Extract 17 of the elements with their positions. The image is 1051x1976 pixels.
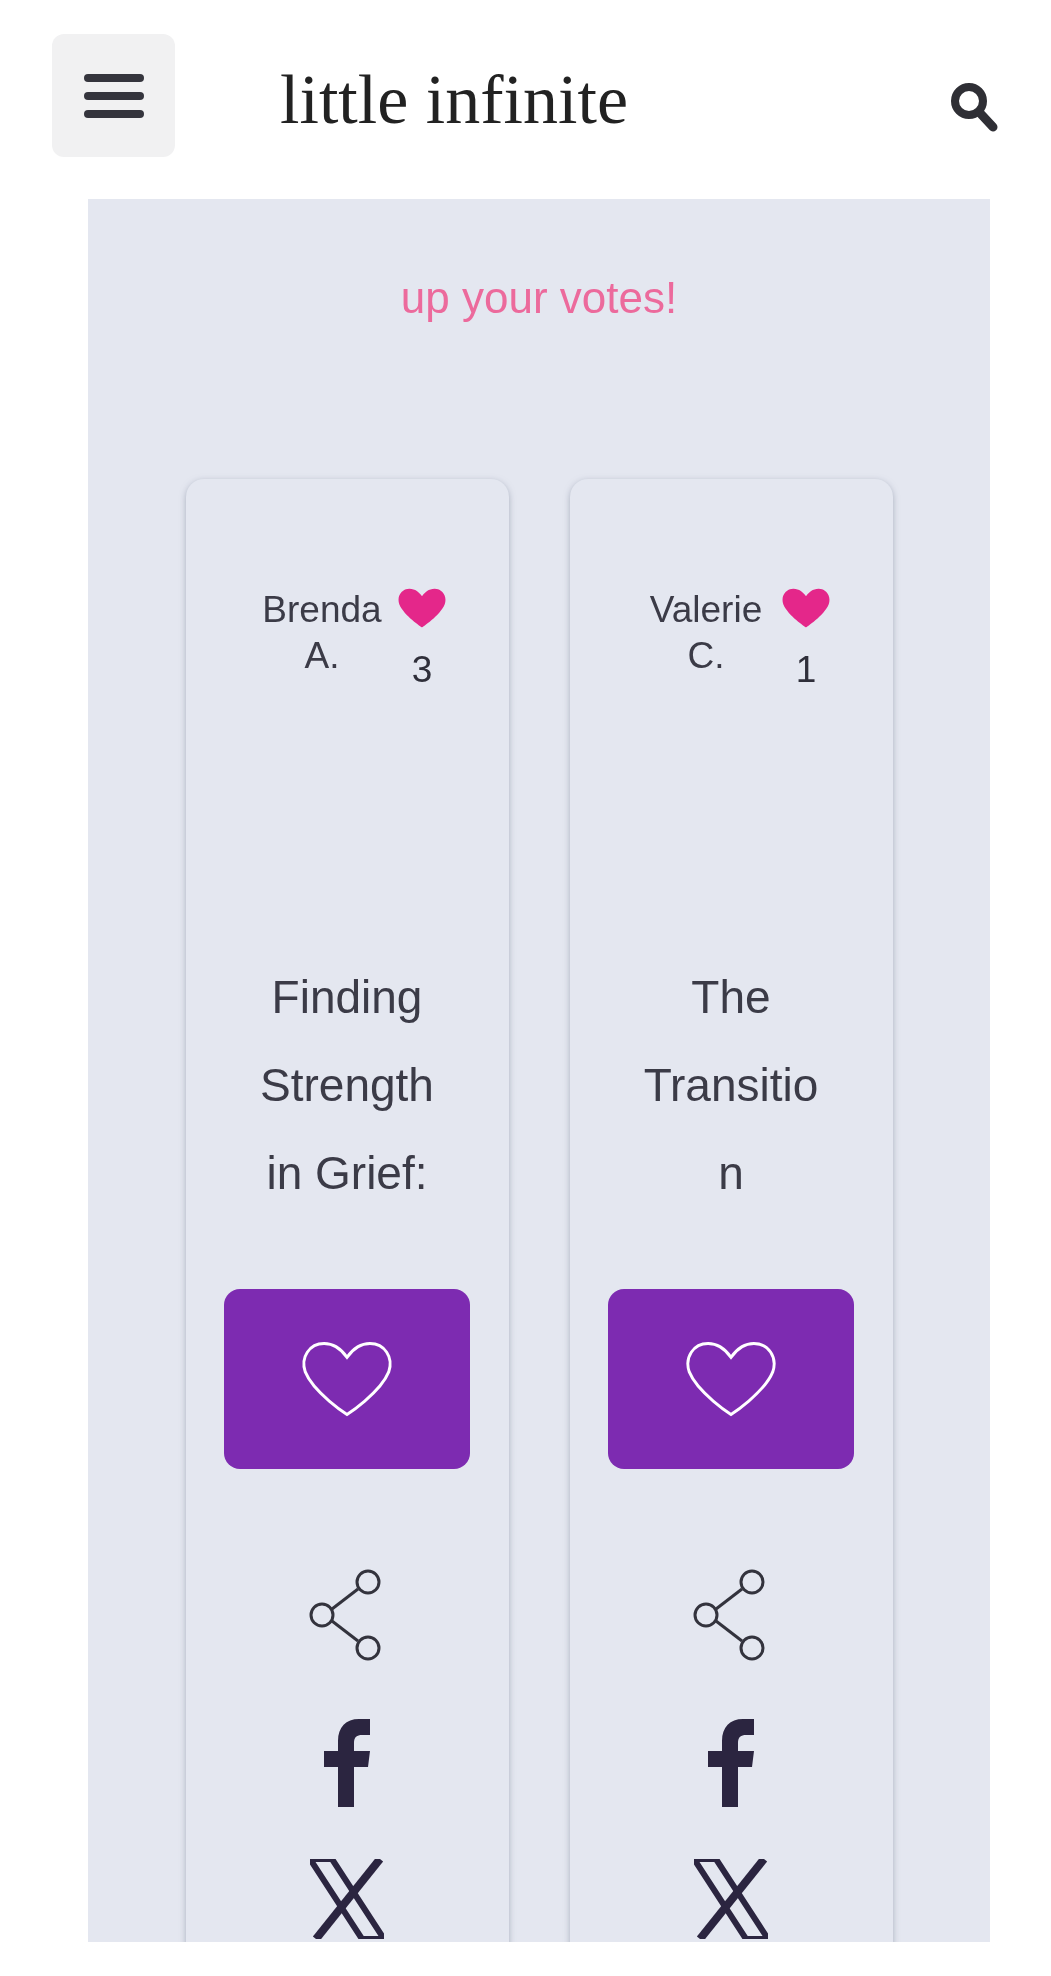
vote-button[interactable] [224, 1289, 470, 1469]
menu-button[interactable] [52, 34, 175, 157]
entrant-name: Brenda A. [261, 588, 383, 679]
vote-button[interactable] [608, 1289, 854, 1469]
search-icon[interactable] [949, 80, 999, 133]
x-icon[interactable] [310, 1859, 384, 1939]
entrant-name: Valerie C. [648, 588, 764, 679]
facebook-icon[interactable] [708, 1719, 754, 1807]
vote-count: 1 [795, 651, 817, 688]
entry-title[interactable]: The Transition [631, 953, 831, 1217]
vote-count: 3 [411, 651, 433, 688]
entry-title[interactable]: Finding Strength in Grief: [247, 953, 447, 1217]
intro-text: up your votes! [399, 272, 679, 324]
menu-icon [82, 71, 145, 120]
x-icon[interactable] [694, 1859, 768, 1939]
site-logo[interactable]: little infinite [280, 64, 628, 135]
facebook-icon[interactable] [324, 1719, 370, 1807]
